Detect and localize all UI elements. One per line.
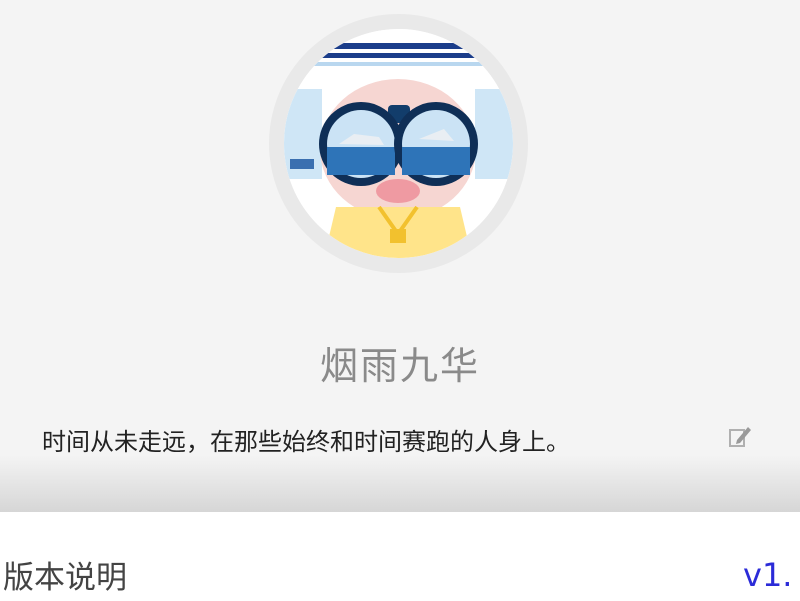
version-label: 版本说明: [3, 560, 127, 596]
avatar[interactable]: [284, 29, 513, 258]
username: 烟雨九华: [319, 344, 480, 388]
signature-row: 时间从未走远，在那些始终和时间赛跑的人身上。: [0, 418, 800, 458]
signature-text: 时间从未走远，在那些始终和时间赛跑的人身上。: [42, 428, 570, 456]
edit-icon[interactable]: [728, 424, 752, 450]
avatar-frame: [269, 14, 528, 273]
about-page: 烟雨九华 时间从未走远，在那些始终和时间赛跑的人身上。 版本说明 v1.: [0, 0, 800, 601]
version-number: v1.: [743, 556, 793, 594]
profile-header: 烟雨九华 时间从未走远，在那些始终和时间赛跑的人身上。: [0, 0, 800, 512]
binoculars-character-avatar-icon: [284, 29, 513, 258]
header-shadow: [0, 455, 800, 512]
version-info-row[interactable]: 版本说明 v1.: [0, 512, 800, 601]
